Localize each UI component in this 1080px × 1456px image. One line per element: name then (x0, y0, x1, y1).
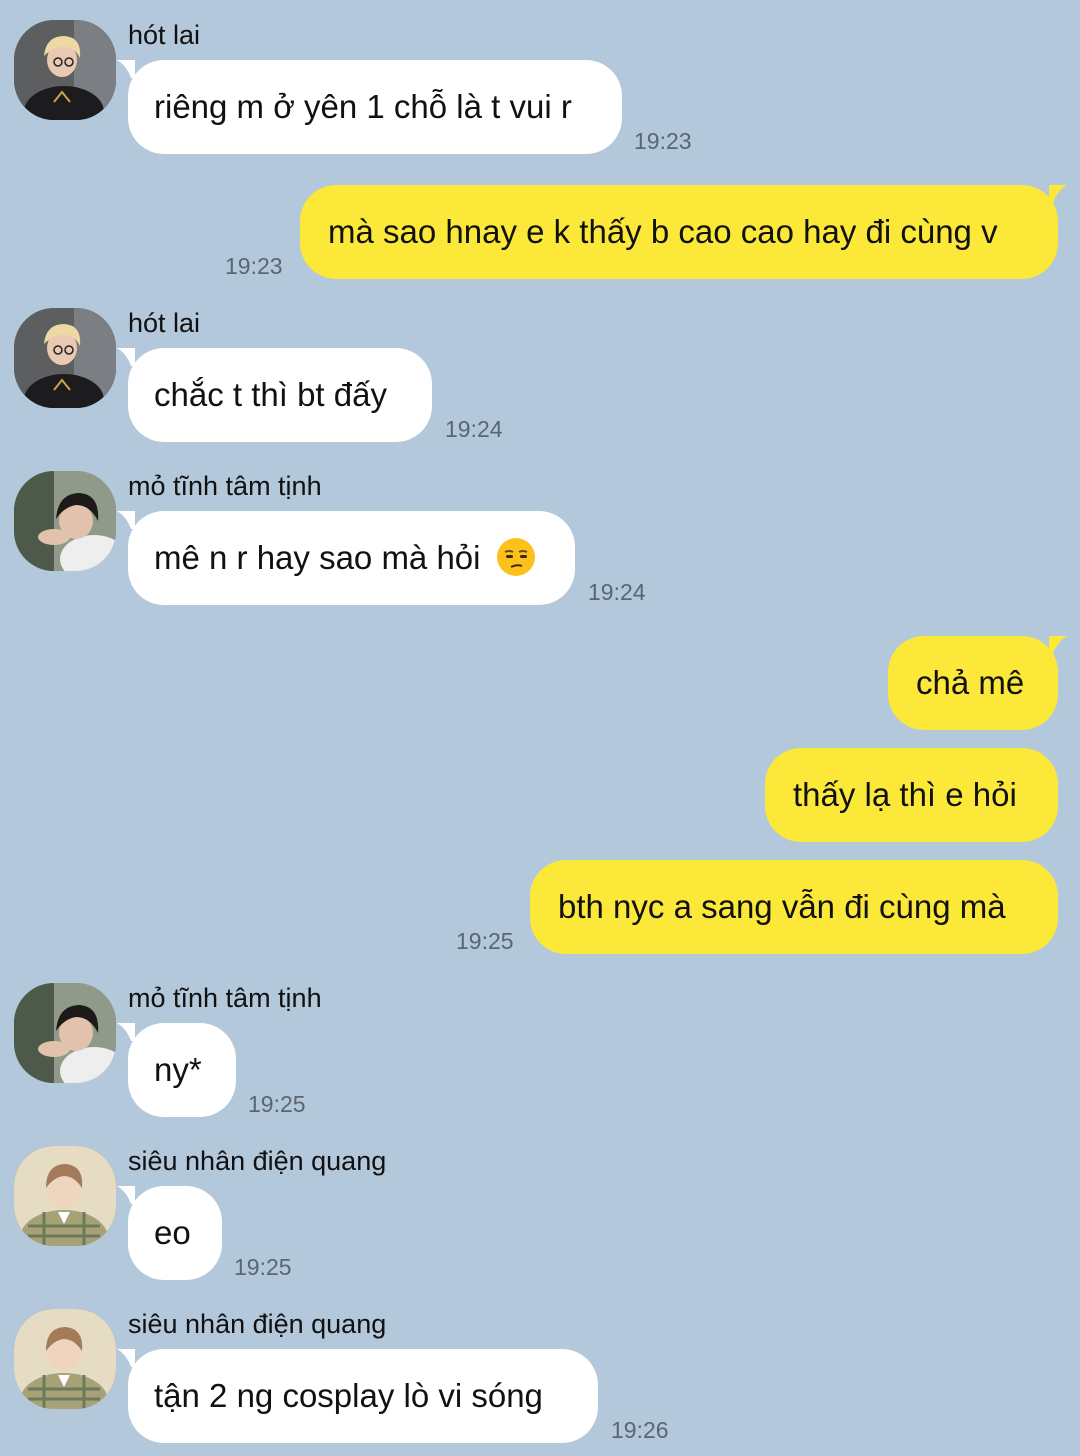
message-text: ny* (154, 1051, 202, 1088)
sender-name: siêu nhân điện quang (128, 1146, 387, 1176)
message-text: chả mê (916, 664, 1025, 701)
message-bubble-outgoing[interactable]: chả mê (888, 636, 1067, 730)
message-text: bth nyc a sang vẫn đi cùng mà (558, 888, 1006, 925)
message-text: mê n r hay sao mà hỏi (154, 539, 481, 576)
avatar-blond-hair-icon[interactable] (14, 20, 116, 120)
message-bubble-incoming[interactable]: eo (117, 1186, 222, 1280)
bubble-tail (117, 1023, 135, 1041)
sender-name: hót lai (128, 308, 201, 338)
avatar-plaid-shirt-icon[interactable] (14, 1309, 116, 1409)
avatar-dark-hair-icon[interactable] (14, 983, 116, 1083)
message-bubble-incoming[interactable]: tận 2 ng cosplay lò vi sóng (117, 1349, 598, 1443)
sender-name: siêu nhân điện quang (128, 1309, 387, 1339)
message-bubble-outgoing[interactable]: mà sao hnay e k thấy b cao cao hay đi cù… (300, 185, 1067, 279)
sender-name: mỏ tĩnh tâm tịnh (128, 983, 322, 1013)
message-text: tận 2 ng cosplay lò vi sóng (154, 1377, 543, 1414)
message-time: 19:24 (588, 579, 646, 605)
message-bubble-incoming[interactable]: ny* (117, 1023, 236, 1117)
bubble-tail (117, 348, 135, 366)
avatar-plaid-shirt-icon[interactable] (14, 1146, 116, 1246)
bubble-tail (117, 1349, 135, 1367)
avatar-dark-hair-icon[interactable] (14, 471, 116, 571)
bubble-tail (1049, 636, 1067, 654)
message-time: 19:24 (445, 416, 503, 442)
avatar-blond-hair-icon[interactable] (14, 308, 116, 408)
message-bubble-incoming[interactable]: riêng m ở yên 1 chỗ là t vui r (117, 60, 622, 154)
bubble-tail (117, 511, 135, 529)
bubble-tail (1049, 185, 1067, 203)
message-bubble-incoming[interactable]: mê n r hay sao mà hỏi (117, 511, 575, 605)
message-text: mà sao hnay e k thấy b cao cao hay đi cù… (328, 213, 998, 250)
bubble-tail (117, 1186, 135, 1204)
message-bubble-outgoing[interactable]: thấy lạ thì e hỏi (765, 748, 1058, 842)
chat-message-list[interactable]: hót lai riêng m ở yên 1 chỗ là t vui r 1… (0, 0, 1080, 1456)
message-text: thấy lạ thì e hỏi (793, 776, 1017, 813)
message-bubble-outgoing[interactable]: bth nyc a sang vẫn đi cùng mà (530, 860, 1058, 954)
message-time: 19:25 (248, 1091, 306, 1117)
message-time: 19:26 (611, 1417, 669, 1443)
message-bubble-incoming[interactable]: chắc t thì bt đấy (117, 348, 432, 442)
message-text: riêng m ở yên 1 chỗ là t vui r (154, 88, 572, 125)
message-text: eo (154, 1214, 191, 1251)
message-text: chắc t thì bt đấy (154, 376, 387, 413)
message-time: 19:25 (234, 1254, 292, 1280)
bubble-tail (117, 60, 135, 78)
sender-name: mỏ tĩnh tâm tịnh (128, 471, 322, 501)
sender-name: hót lai (128, 20, 201, 50)
message-time: 19:23 (225, 253, 283, 279)
message-time: 19:25 (456, 928, 514, 954)
unamused-face-icon (496, 538, 535, 577)
message-time: 19:23 (634, 128, 692, 154)
